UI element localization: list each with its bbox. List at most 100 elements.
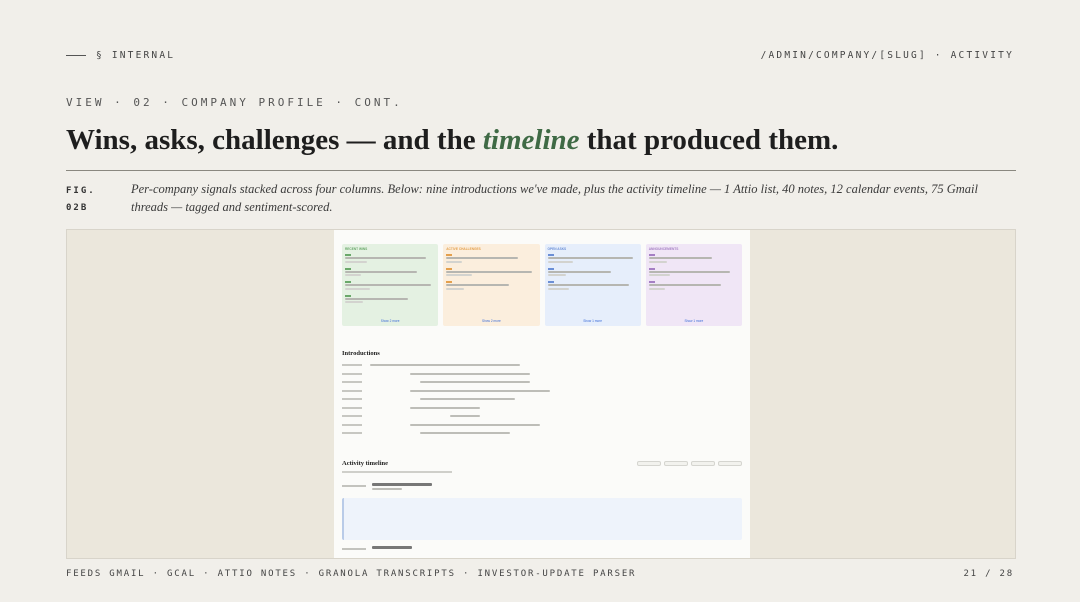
introduction-row[interactable]: [342, 405, 602, 411]
signal-tag: [648, 254, 655, 256]
introduction-row[interactable]: [342, 362, 602, 368]
signal-column-title: ACTIVE CHALLENGES: [446, 247, 481, 251]
signal-item[interactable]: [648, 254, 739, 263]
signal-item[interactable]: [648, 281, 739, 290]
signal-tag: [345, 267, 351, 270]
signal-item[interactable]: [446, 267, 536, 276]
figure-label: FIG. 02B: [66, 183, 96, 217]
figure-label-line1: FIG.: [66, 186, 96, 196]
signal-tag: [345, 281, 351, 283]
filter-chip[interactable]: [718, 461, 742, 466]
signal-item[interactable]: [547, 267, 638, 276]
signal-date: [547, 287, 570, 290]
timeline-body: [372, 483, 742, 490]
filter-chip[interactable]: [691, 461, 715, 466]
introduction-row[interactable]: [342, 396, 602, 402]
introduction-row[interactable]: [342, 422, 602, 428]
introduction-text: [420, 381, 530, 383]
signal-date: [648, 274, 671, 276]
headline: Wins, asks, challenges — and the timelin…: [66, 124, 1016, 157]
signal-item[interactable]: [446, 254, 536, 263]
introduction-row[interactable]: [342, 430, 602, 436]
figure-label-line2: 02B: [66, 203, 89, 213]
signal-tag: [345, 254, 351, 256]
introduction-text: [410, 389, 550, 392]
signal-date: [345, 260, 367, 263]
signal-date: [345, 274, 362, 276]
introduction-text: [410, 372, 530, 375]
headline-divider: [66, 170, 1016, 171]
timeline-title: Activity timeline: [342, 460, 389, 467]
signal-tag: [648, 281, 655, 283]
section-label-text: § INTERNAL: [96, 49, 176, 61]
introduction-text: [410, 423, 540, 426]
introduction-date: [342, 364, 362, 366]
introduction-date: [342, 389, 362, 392]
signal-item[interactable]: [446, 281, 536, 290]
signal-tag: [547, 281, 554, 283]
signal-item[interactable]: [648, 267, 739, 276]
signal-date: [446, 260, 463, 263]
show-more-link[interactable]: Show 2 more: [342, 319, 438, 323]
signal-text: [446, 257, 519, 259]
signal-item[interactable]: [547, 281, 638, 290]
signal-item[interactable]: [345, 254, 435, 263]
signal-text: [446, 270, 532, 273]
signal-tag: [446, 267, 453, 270]
section-label: § INTERNAL: [66, 50, 175, 61]
signal-column-title: RECENT WINS: [345, 247, 368, 251]
signal-tag: [446, 254, 453, 256]
show-more-link[interactable]: Show 1 more: [646, 319, 742, 323]
signal-tag: [547, 267, 554, 270]
signal-text: [345, 270, 418, 273]
signal-date: [345, 287, 371, 290]
embedded-screenshot: RECENT WINS Show 2 more ACTIVE CHALLENGES S…: [334, 230, 750, 558]
signal-date: [648, 287, 665, 290]
signal-text: [345, 257, 427, 259]
show-more-link[interactable]: Show 2 more: [443, 319, 539, 323]
signal-item[interactable]: [345, 267, 435, 276]
signal-date: [446, 287, 465, 290]
timeline-item[interactable]: [342, 546, 742, 551]
introduction-date: [342, 381, 362, 383]
introduction-text: [450, 415, 480, 417]
timeline-filters: [637, 461, 742, 466]
signal-date: [446, 274, 472, 276]
timeline-item-title: [372, 483, 432, 486]
page-number: 21 / 28: [963, 569, 1014, 579]
signal-item[interactable]: [345, 294, 435, 303]
introduction-date: [342, 415, 362, 417]
introduction-date: [342, 406, 362, 409]
signal-text: [648, 284, 721, 286]
signal-column: OPEN ASKS Show 1 more: [544, 244, 641, 326]
timeline-item-meta: [372, 487, 402, 490]
signal-date: [345, 301, 364, 303]
signal-item[interactable]: [547, 254, 638, 263]
signal-column: ANNOUNCEMENTS Show 1 more: [645, 244, 742, 326]
timeline-item[interactable]: [342, 483, 742, 490]
timeline-date: [342, 548, 366, 550]
signal-columns: RECENT WINS Show 2 more ACTIVE CHALLENGES S…: [342, 244, 742, 326]
introduction-text: [420, 398, 515, 400]
introduction-row[interactable]: [342, 371, 602, 377]
filter-chip[interactable]: [637, 461, 661, 466]
signal-date: [648, 260, 667, 263]
show-more-link[interactable]: Show 1 more: [545, 319, 641, 323]
section-rule: [66, 54, 86, 56]
footer-feeds: FEEDS GMAIL · GCAL · ATTIO NOTES · GRANO…: [66, 569, 637, 579]
timeline-item-title: [372, 546, 412, 549]
introductions-title: Introductions: [342, 350, 380, 357]
signal-text: [345, 284, 431, 286]
signal-tag: [446, 281, 453, 283]
signal-item[interactable]: [345, 281, 435, 290]
signal-text: [648, 270, 730, 273]
top-bar: § INTERNAL /ADMIN/COMPANY/[SLUG] · ACTIV…: [66, 48, 1014, 62]
timeline-expanded-card[interactable]: [342, 498, 742, 540]
timeline-subtitle: [342, 471, 452, 473]
signal-text: [547, 257, 634, 259]
introduction-row[interactable]: [342, 388, 602, 394]
introduction-row[interactable]: [342, 413, 602, 419]
introduction-row[interactable]: [342, 379, 602, 385]
signal-tag: [648, 267, 655, 270]
filter-chip[interactable]: [664, 461, 688, 466]
